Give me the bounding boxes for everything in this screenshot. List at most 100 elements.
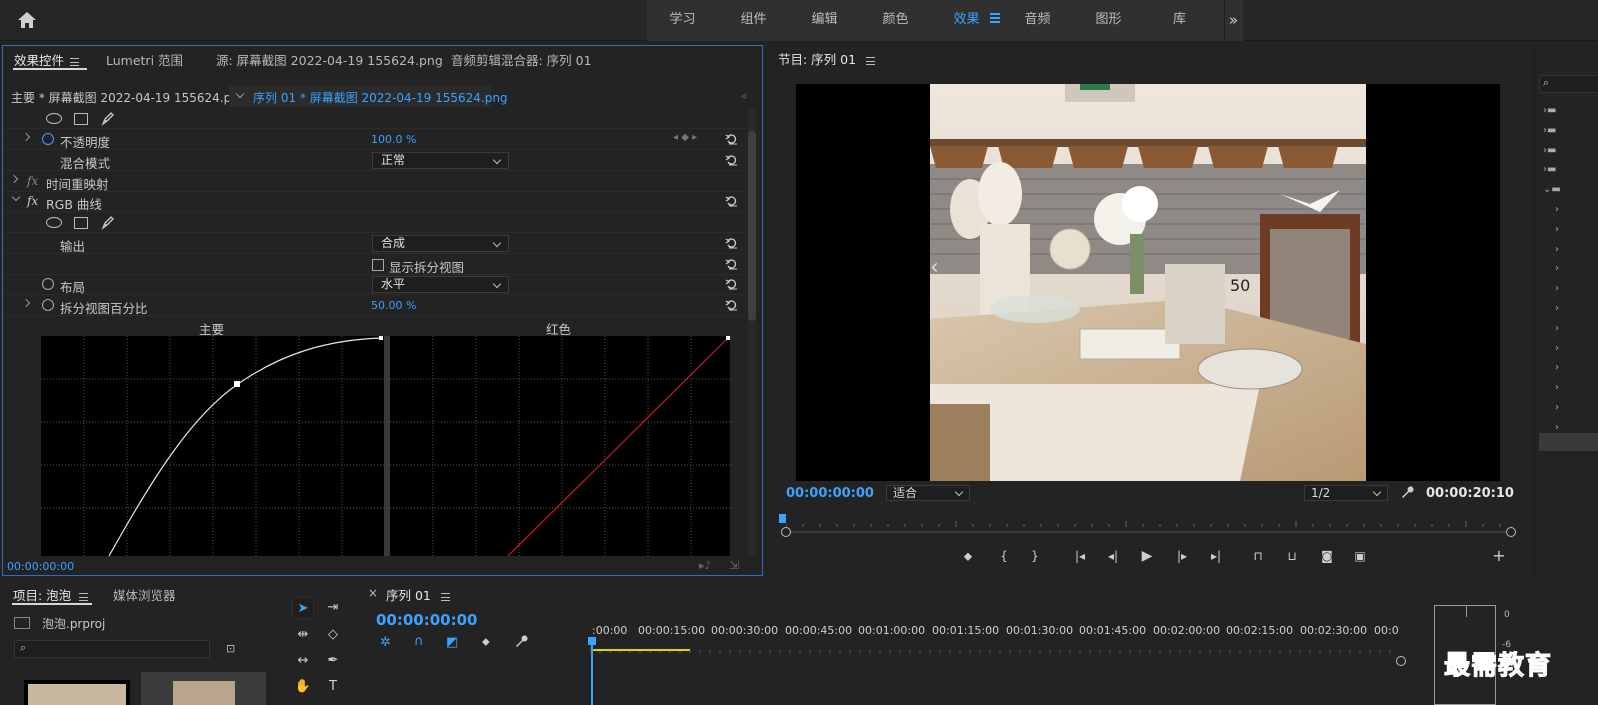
pen-tool-icon[interactable]: ✒ bbox=[322, 650, 344, 672]
fx-icon[interactable]: fx bbox=[27, 194, 38, 208]
effect-controls-timecode[interactable]: 00:00:00:00 bbox=[7, 560, 74, 573]
track-select-tool-icon[interactable]: ⇥ bbox=[322, 597, 344, 619]
reset-icon[interactable] bbox=[725, 154, 739, 166]
split-view-checkbox[interactable] bbox=[372, 259, 384, 271]
reset-icon[interactable] bbox=[725, 133, 739, 145]
nest-icon[interactable]: ✲ bbox=[380, 635, 391, 650]
master-curve-graph[interactable] bbox=[41, 336, 384, 556]
playhead-handle[interactable] bbox=[588, 637, 596, 645]
linked-selection-icon[interactable]: ◩ bbox=[446, 635, 458, 650]
timeline-settings-icon[interactable] bbox=[514, 634, 528, 651]
opacity-value[interactable]: 100.0 % bbox=[371, 133, 416, 146]
zoom-handle-right[interactable] bbox=[1506, 527, 1516, 537]
layout-dropdown[interactable]: 水平 bbox=[372, 276, 509, 293]
audio-icon[interactable]: ▸♪ bbox=[699, 559, 712, 572]
stopwatch-icon[interactable] bbox=[42, 133, 54, 145]
mark-in-icon[interactable]: { bbox=[996, 548, 1012, 564]
expand-chevron-icon[interactable] bbox=[21, 298, 31, 308]
workspace-menu-icon[interactable] bbox=[990, 13, 1000, 23]
razor-tool-icon[interactable]: ◇ bbox=[322, 624, 344, 646]
play-only-icon[interactable]: ◃ bbox=[741, 91, 746, 102]
split-percent-value[interactable]: 50.00 % bbox=[371, 299, 416, 312]
ripple-edit-tool-icon[interactable]: ⇹ bbox=[292, 624, 314, 646]
program-current-timecode[interactable]: 00:00:00:00 bbox=[786, 486, 874, 501]
timeline-timecode[interactable]: 00:00:00:00 bbox=[376, 611, 478, 629]
ellipse-mask-icon[interactable] bbox=[46, 217, 62, 228]
stopwatch-icon[interactable] bbox=[42, 278, 54, 290]
prev-image-arrow-icon[interactable]: ‹ bbox=[930, 255, 939, 280]
effects-subfolder-list[interactable]: ››››››››››››› bbox=[1555, 200, 1559, 457]
reset-icon[interactable] bbox=[725, 237, 739, 249]
fx-icon[interactable]: fx bbox=[27, 174, 38, 188]
new-bin-from-search-icon[interactable]: ⊡ bbox=[226, 642, 235, 655]
pen-mask-icon[interactable] bbox=[100, 214, 116, 233]
go-to-out-icon[interactable]: ▸| bbox=[1208, 548, 1224, 564]
workspace-tab-learn[interactable]: 学习 bbox=[647, 0, 718, 41]
rectangle-mask-icon[interactable] bbox=[74, 217, 88, 229]
blend-mode-dropdown[interactable]: 正常 bbox=[372, 152, 509, 169]
add-button-icon[interactable]: + bbox=[1491, 548, 1507, 564]
collapse-chevron-icon[interactable] bbox=[11, 192, 21, 202]
stopwatch-icon[interactable] bbox=[42, 299, 54, 311]
fit-dropdown[interactable]: 适合 bbox=[886, 485, 970, 501]
workspace-tab-audio[interactable]: 音频 bbox=[1002, 0, 1073, 41]
workspace-tab-editing[interactable]: 编辑 bbox=[789, 0, 860, 41]
wrench-icon[interactable] bbox=[1400, 485, 1414, 502]
type-tool-icon[interactable]: T bbox=[322, 676, 344, 698]
hand-tool-icon[interactable]: ✋ bbox=[292, 676, 314, 698]
expand-chevron-icon[interactable] bbox=[9, 174, 19, 184]
tab-program-monitor[interactable]: 节目: 序列 01 bbox=[778, 49, 876, 68]
add-marker-icon[interactable]: ⬥ bbox=[960, 548, 976, 564]
tab-effect-controls[interactable]: 效果控件 bbox=[14, 50, 80, 69]
clip-thumbnail[interactable] bbox=[24, 680, 130, 705]
scrollbar-thumb[interactable] bbox=[748, 131, 756, 321]
workspace-overflow-icon[interactable]: » bbox=[1224, 0, 1242, 41]
curve-endpoint[interactable] bbox=[726, 336, 730, 340]
workspace-tab-graphics[interactable]: 图形 bbox=[1073, 0, 1144, 41]
red-curve-graph[interactable] bbox=[390, 336, 730, 556]
slip-tool-icon[interactable]: ↔ bbox=[292, 650, 314, 672]
step-back-icon[interactable]: ◂| bbox=[1105, 548, 1121, 564]
camera-icon[interactable]: ◙ bbox=[1319, 548, 1335, 564]
output-dropdown[interactable]: 合成 bbox=[372, 235, 509, 252]
master-clip-label[interactable]: 主要 * 屏幕截图 2022-04-19 155624.png bbox=[11, 89, 246, 106]
monitor-time-ruler[interactable] bbox=[785, 516, 1514, 527]
close-sequence-icon[interactable]: × bbox=[368, 586, 378, 600]
panel-menu-icon[interactable] bbox=[440, 592, 450, 601]
extract-icon[interactable]: ⊔ bbox=[1284, 548, 1300, 564]
mark-out-icon[interactable]: } bbox=[1027, 548, 1043, 564]
workspace-tab-assembly[interactable]: 组件 bbox=[718, 0, 789, 41]
panel-menu-icon[interactable] bbox=[866, 56, 876, 65]
panel-menu-icon[interactable] bbox=[70, 57, 80, 66]
monitor-zoom-bar[interactable] bbox=[786, 531, 1510, 533]
work-area-bar[interactable] bbox=[592, 649, 690, 651]
red-curve-svg[interactable] bbox=[390, 336, 730, 556]
reset-icon[interactable] bbox=[725, 278, 739, 290]
export-icon[interactable]: ⇲ bbox=[729, 558, 739, 572]
rectangle-mask-icon[interactable] bbox=[74, 113, 88, 125]
timeline-playhead[interactable] bbox=[591, 638, 593, 705]
add-marker-icon[interactable]: ⬥ bbox=[482, 635, 490, 649]
master-curve-svg[interactable] bbox=[41, 336, 384, 556]
monitor-playhead[interactable] bbox=[779, 514, 786, 523]
ellipse-mask-icon[interactable] bbox=[46, 113, 62, 124]
workspace-tab-color[interactable]: 颜色 bbox=[860, 0, 931, 41]
lift-icon[interactable]: ⊓ bbox=[1250, 548, 1266, 564]
workspace-tab-effects[interactable]: 效果 bbox=[931, 0, 1002, 41]
play-icon[interactable]: ▶ bbox=[1139, 548, 1155, 564]
go-to-in-icon[interactable]: |◂ bbox=[1072, 548, 1088, 564]
clip-thumbnail[interactable] bbox=[141, 672, 266, 705]
panel-menu-icon[interactable] bbox=[79, 592, 89, 601]
reset-icon[interactable] bbox=[725, 258, 739, 270]
timeline-zoom-handle[interactable] bbox=[1396, 656, 1406, 666]
expand-chevron-icon[interactable] bbox=[21, 132, 31, 142]
tab-audio-clip-mixer[interactable]: 音频剪辑混合器: 序列 01 bbox=[451, 50, 592, 69]
snap-icon[interactable]: ∩ bbox=[414, 634, 424, 649]
keyframe-nav-icon[interactable]: ◂ ◆ ▸ bbox=[673, 132, 697, 143]
pen-mask-icon[interactable] bbox=[100, 110, 116, 129]
workspace-tab-libraries[interactable]: 库 bbox=[1144, 0, 1215, 41]
curve-endpoint[interactable] bbox=[379, 336, 383, 340]
tab-media-browser[interactable]: 媒体浏览器 bbox=[113, 585, 176, 604]
tab-project[interactable]: 项目: 泡泡 bbox=[13, 585, 89, 604]
sequence-clip-label[interactable]: 序列 01 * 屏幕截图 2022-04-19 155624.png bbox=[253, 89, 508, 106]
